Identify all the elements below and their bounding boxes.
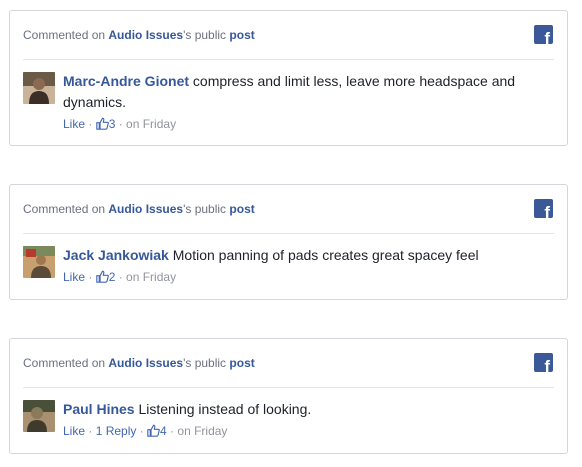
comment-actions: Like · 3 · on Friday xyxy=(63,117,177,131)
comment-message: Motion panning of pads creates great spa… xyxy=(168,247,479,263)
thumbs-up-icon xyxy=(95,270,109,283)
post-link[interactable]: post xyxy=(229,202,254,216)
divider xyxy=(23,387,554,388)
like-button[interactable]: Like xyxy=(63,117,85,131)
comment-text: Jack Jankowiak Motion panning of pads cr… xyxy=(63,245,554,266)
timestamp[interactable]: on Friday xyxy=(126,270,176,284)
card-header: Commented on Audio Issues's public post … xyxy=(10,11,567,59)
facebook-icon[interactable]: f xyxy=(534,25,553,44)
author-link[interactable]: Paul Hines xyxy=(63,401,135,417)
comment-card: Commented on Audio Issues's public post … xyxy=(9,338,568,454)
thumbs-up-icon xyxy=(95,117,109,130)
facebook-icon[interactable]: f xyxy=(534,353,553,372)
page-link[interactable]: Audio Issues xyxy=(108,202,183,216)
divider xyxy=(23,59,554,60)
comment-actions: Like · 1 Reply · 4 · on Friday xyxy=(63,424,228,438)
author-link[interactable]: Jack Jankowiak xyxy=(63,247,169,263)
comment-context: Commented on Audio Issues's public post xyxy=(23,28,255,42)
like-count[interactable]: 2 xyxy=(95,270,116,284)
context-suffix: 's public xyxy=(183,202,227,216)
divider xyxy=(23,233,554,234)
avatar[interactable] xyxy=(23,72,55,104)
comment-text: Marc-Andre Gionet compress and limit les… xyxy=(63,71,554,113)
like-count-value: 2 xyxy=(108,270,116,284)
author-link[interactable]: Marc-Andre Gionet xyxy=(63,73,189,89)
avatar[interactable] xyxy=(23,400,55,432)
like-count-value: 3 xyxy=(108,117,116,131)
facebook-icon[interactable]: f xyxy=(534,199,553,218)
comment-body: Marc-Andre Gionet compress and limit les… xyxy=(23,71,554,133)
page-link[interactable]: Audio Issues xyxy=(108,356,183,370)
thumbs-up-icon xyxy=(147,424,160,437)
like-button[interactable]: Like xyxy=(63,270,85,284)
reply-link[interactable]: 1 Reply xyxy=(96,424,137,438)
comment-text: Paul Hines Listening instead of looking. xyxy=(63,399,554,420)
like-count[interactable]: 4 xyxy=(147,424,167,438)
like-count[interactable]: 3 xyxy=(95,117,116,131)
comment-message: Listening instead of looking. xyxy=(134,401,312,417)
like-button[interactable]: Like xyxy=(63,424,85,438)
timestamp[interactable]: on Friday xyxy=(126,117,176,131)
context-prefix: Commented on xyxy=(23,356,106,370)
comment-context: Commented on Audio Issues's public post xyxy=(23,202,255,216)
comment-card: Commented on Audio Issues's public post … xyxy=(9,184,568,300)
comment-card: Commented on Audio Issues's public post … xyxy=(9,10,568,146)
comment-context: Commented on Audio Issues's public post xyxy=(23,356,255,370)
avatar[interactable] xyxy=(23,246,55,278)
comment-body: Paul Hines Listening instead of looking.… xyxy=(23,399,554,440)
timestamp[interactable]: on Friday xyxy=(177,424,227,438)
card-header: Commented on Audio Issues's public post … xyxy=(10,339,567,387)
context-suffix: 's public xyxy=(183,28,227,42)
post-link[interactable]: post xyxy=(229,356,254,370)
like-count-value: 4 xyxy=(160,424,167,438)
card-header: Commented on Audio Issues's public post … xyxy=(10,185,567,233)
page-link[interactable]: Audio Issues xyxy=(108,28,183,42)
post-link[interactable]: post xyxy=(229,28,254,42)
context-prefix: Commented on xyxy=(23,202,106,216)
context-suffix: 's public xyxy=(183,356,227,370)
context-prefix: Commented on xyxy=(23,28,106,42)
comment-body: Jack Jankowiak Motion panning of pads cr… xyxy=(23,245,554,286)
comment-actions: Like · 2 · on Friday xyxy=(63,270,177,284)
